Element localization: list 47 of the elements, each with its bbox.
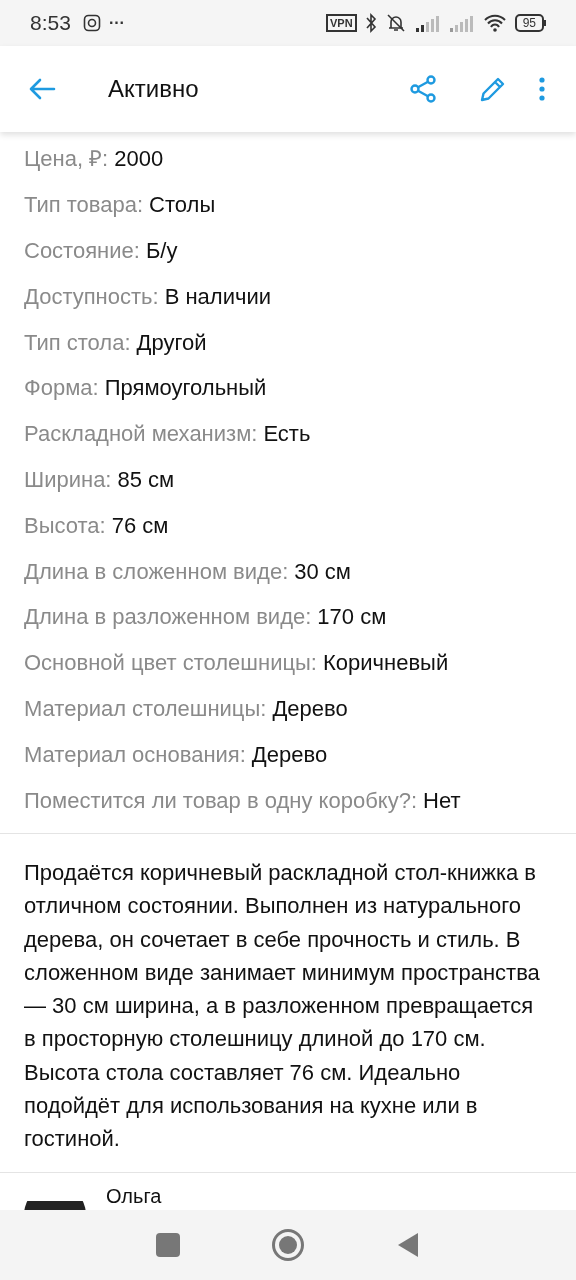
signal-icon: [448, 14, 475, 32]
camera-icon: [82, 14, 101, 32]
more-notifications: ···: [108, 13, 125, 33]
attribute-value: 2000: [114, 145, 164, 174]
attribute-label: Длина в разложенном виде:: [24, 603, 312, 632]
recent-apps-button[interactable]: [156, 1233, 180, 1257]
battery-indicator: 95: [514, 14, 546, 32]
attribute-value: Коричневый: [323, 649, 449, 678]
attribute-value: 170 см: [317, 603, 387, 632]
home-button[interactable]: [272, 1229, 304, 1261]
attribute-value: Нет: [423, 786, 461, 815]
attribute-value: В наличии: [164, 282, 271, 311]
attribute-value: Столы: [149, 191, 216, 220]
attribute-label: Длина в сложенном виде:: [24, 557, 289, 586]
attribute-value: Дерево: [272, 694, 348, 723]
muted-bell-icon: [384, 13, 407, 33]
attribute-value: Б/у: [145, 237, 178, 265]
attribute-label: Материал основания:: [24, 740, 246, 769]
attribute-label: Доступность:: [24, 282, 159, 311]
more-icon: [539, 77, 545, 101]
status-time: 8:53: [30, 10, 71, 37]
back-nav-button[interactable]: [396, 1232, 420, 1258]
attribute-label: Цена, ₽:: [24, 145, 109, 174]
attribute-label: Основной цвет столешницы:: [24, 649, 317, 678]
description-text: Продаётся коричневый раскладной стол-книжка в отличном состоянии. Выполнен из натурального дерева, он сочетает в себе прочность и стиль. В сложенном виде занимает минимум пространства — 30 см ширина, а в разложенном превращается в просторную столешницу длиной до 170 см. Высота стола составляет 76 см. Идеально подойдёт для использования на кухне или в гостиной.: [24, 858, 541, 1154]
seller-name: Ольга: [106, 1184, 162, 1209]
attribute-value: Другой: [136, 328, 207, 357]
bluetooth-icon: [364, 13, 377, 33]
attribute-label: Материал столешницы:: [24, 694, 267, 723]
attribute-label: Поместится ли товар в одну коробку?:: [24, 786, 417, 815]
attribute-label: Тип товара:: [24, 191, 144, 220]
attribute-value: 76 см: [111, 511, 169, 540]
attribute-label: Состояние:: [24, 237, 140, 265]
attribute-value: Есть: [263, 420, 311, 449]
screen-title: Активно: [108, 74, 199, 104]
vpn-badge: VPN: [326, 14, 357, 32]
wifi-icon: [482, 14, 507, 32]
attribute-value: Дерево: [251, 740, 328, 769]
attribute-label: Ширина:: [24, 465, 112, 494]
signal-icon: [414, 14, 441, 32]
attribute-label: Раскладной механизм:: [24, 420, 258, 449]
attribute-label: Форма:: [24, 374, 99, 403]
attribute-value: 85 см: [117, 465, 175, 494]
attribute-value: 30 см: [294, 557, 351, 586]
attribute-label: Высота:: [24, 511, 106, 540]
attribute-label: Тип стола:: [24, 328, 131, 357]
attribute-value: Прямоугольный: [104, 374, 267, 403]
